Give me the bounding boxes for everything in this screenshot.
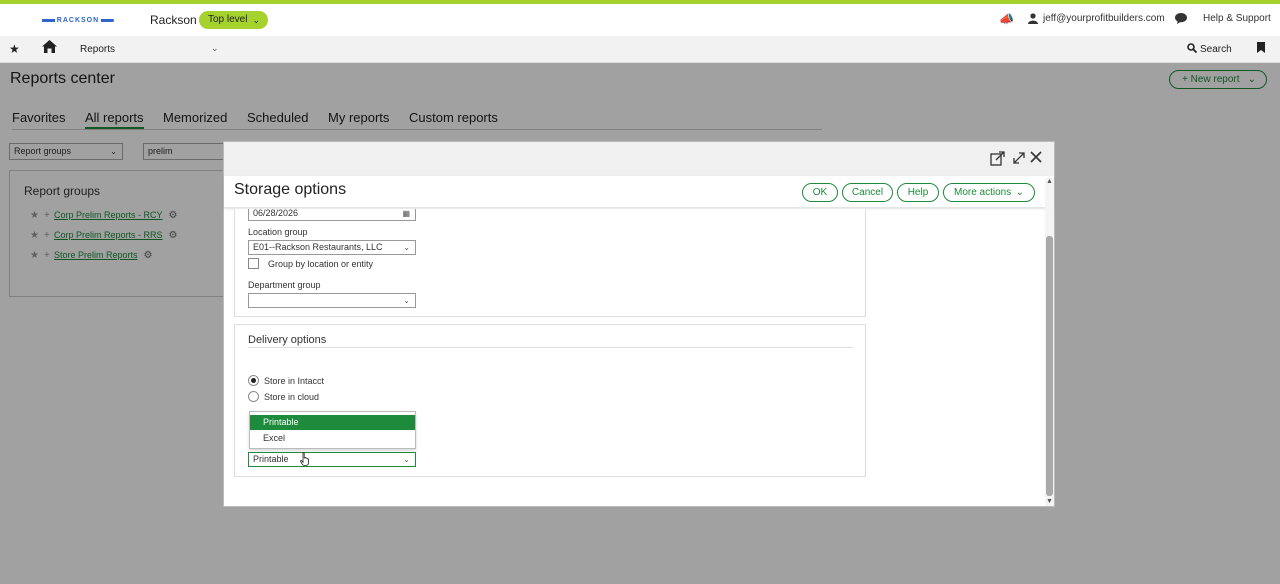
user-icon	[1028, 13, 1038, 27]
help-support-link[interactable]: Help & Support	[1203, 13, 1271, 24]
company-name: Rackson	[150, 13, 197, 27]
nav-section-reports[interactable]: Reports	[80, 44, 115, 55]
chevron-down-icon: ⌄	[1015, 187, 1024, 198]
format-dropdown-menu: Printable Excel	[249, 411, 416, 449]
filters-card: 06/28/2026 ▦ Location group E01--Rackson…	[234, 209, 866, 317]
section-divider	[248, 347, 853, 348]
entity-level-label: Top level	[208, 14, 248, 25]
delivery-options-card: Delivery options Store in Intacct Store …	[234, 324, 866, 477]
location-group-select[interactable]: E01--Rackson Restaurants, LLC ⌄	[248, 240, 416, 255]
storage-options-dialog: Storage options OK Cancel Help More acti…	[223, 141, 1055, 507]
chevron-down-icon: ⌄	[403, 455, 410, 464]
scroll-down-arrow-icon: ▼	[1046, 498, 1053, 505]
store-cloud-radio[interactable]	[248, 391, 259, 402]
ok-button[interactable]: OK	[802, 183, 838, 202]
hand-pointer-cursor-icon	[300, 452, 310, 466]
store-intacct-radio[interactable]	[248, 375, 259, 386]
dialog-header: Storage options OK Cancel Help More acti…	[224, 176, 1054, 208]
format-select[interactable]: Printable ⌄	[248, 452, 416, 467]
user-email-link[interactable]: jeff@yourprofitbuilders.com	[1043, 13, 1165, 24]
department-group-select[interactable]: ⌄	[248, 293, 416, 308]
chevron-down-icon: ⌄	[252, 15, 260, 25]
calendar-icon[interactable]: ▦	[402, 209, 410, 220]
store-cloud-label: Store in cloud	[264, 392, 320, 402]
dialog-scroll-area: 06/28/2026 ▦ Location group E01--Rackson…	[224, 209, 1054, 506]
home-icon[interactable]	[42, 40, 57, 54]
format-option-printable[interactable]: Printable	[250, 415, 415, 430]
help-button[interactable]: Help	[897, 183, 939, 202]
app-header: RACKSON Rackson Top level ⌄ 📣 jeff@yourp…	[0, 4, 1280, 36]
delivery-options-title: Delivery options	[248, 334, 327, 346]
search-label: Search	[1200, 44, 1232, 55]
date-field[interactable]: 06/28/2026 ▦	[248, 209, 416, 221]
entity-level-selector[interactable]: Top level ⌄	[199, 11, 268, 29]
chevron-down-icon[interactable]: ⌄	[211, 43, 219, 54]
favorites-star-icon[interactable]: ★	[9, 42, 20, 56]
dialog-titlebar	[224, 142, 1054, 176]
group-by-label: Group by location or entity	[268, 259, 374, 269]
global-search-button[interactable]: Search	[1187, 43, 1232, 55]
expand-icon[interactable]	[1012, 151, 1026, 165]
cancel-button[interactable]: Cancel	[842, 183, 893, 202]
scrollbar-thumb[interactable]	[1046, 236, 1053, 496]
store-intacct-label: Store in Intacct	[264, 376, 325, 386]
search-icon	[1187, 43, 1198, 54]
bookmark-icon[interactable]	[1257, 42, 1265, 53]
chevron-down-icon: ⌄	[403, 243, 410, 252]
scroll-up-arrow-icon: ▲	[1046, 178, 1053, 185]
format-option-excel[interactable]: Excel	[250, 431, 415, 446]
department-group-label: Department group	[248, 280, 321, 290]
open-in-new-window-icon[interactable]	[990, 151, 1005, 166]
dialog-title: Storage options	[234, 181, 347, 198]
more-actions-button[interactable]: More actions ⌄	[943, 183, 1035, 202]
main-nav-bar: ★ Reports ⌄ Search	[0, 36, 1280, 63]
chat-bubble-icon[interactable]	[1175, 13, 1187, 27]
dialog-scrollbar[interactable]: ▲ ▼	[1045, 178, 1054, 506]
announcements-megaphone-icon[interactable]: 📣	[999, 12, 1014, 26]
group-by-checkbox[interactable]	[248, 258, 259, 269]
location-group-label: Location group	[248, 227, 308, 237]
company-logo[interactable]: RACKSON	[42, 15, 114, 25]
close-icon[interactable]	[1030, 151, 1044, 165]
chevron-down-icon: ⌄	[403, 296, 410, 305]
